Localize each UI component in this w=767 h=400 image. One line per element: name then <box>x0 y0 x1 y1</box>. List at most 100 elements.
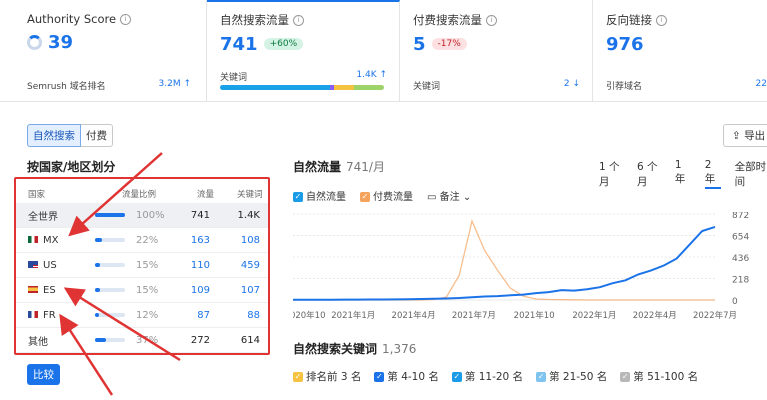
share-bar <box>95 288 125 292</box>
backlinks-card[interactable]: 反向链接 i 976 引荐域名 22 <box>593 0 767 102</box>
traffic-value[interactable]: 110 <box>191 260 210 271</box>
organic-keywords-title-text: 自然搜索关键词 <box>293 342 378 356</box>
range-option[interactable]: 1 个月 <box>599 159 623 189</box>
legend-organic[interactable]: ✓ 自然流量 <box>293 188 346 203</box>
compare-button[interactable]: 比较 <box>27 364 60 385</box>
chevron-down-icon: ⌄ <box>459 192 472 203</box>
keyword-legend-item[interactable]: ✓ 排名前 3 名 <box>293 369 361 384</box>
traffic-value[interactable]: 272 <box>191 335 210 346</box>
country-table: 国家 流量比例 流量 关键词 全世界 100% 741 1.4K MX 22% 163 108… <box>14 177 270 355</box>
metrics-row: Authority Score i 39 Semrush 域名排名 3.2M ↑ 自… <box>0 0 767 102</box>
legend-organic-label: 自然流量 <box>306 192 346 203</box>
organic-traffic-value[interactable]: 741 <box>220 34 258 55</box>
share-percent: 100% <box>136 209 165 221</box>
referring-domains-value[interactable]: 22 <box>756 79 767 92</box>
keyword-legend-item[interactable]: ✓ 第 4-10 名 <box>374 369 439 384</box>
country-name[interactable]: US <box>28 260 57 271</box>
keywords-value[interactable]: 2 ↓ <box>564 79 580 92</box>
traffic-chart-title-text: 自然流量 <box>293 160 342 174</box>
keywords-value[interactable]: 107 <box>241 285 260 296</box>
keyword-legend-item[interactable]: ✓ 第 51-100 名 <box>620 369 698 384</box>
table-row[interactable]: 其他 37% 272 614 <box>16 328 268 353</box>
paid-toggle-button[interactable]: 付费 <box>81 124 113 147</box>
range-option[interactable]: 全部时间 <box>735 159 767 189</box>
header-keywords[interactable]: 关键词 <box>237 188 263 200</box>
organic-toggle-button[interactable]: 自然搜索 <box>27 124 81 147</box>
keywords-value[interactable]: 108 <box>241 235 260 246</box>
authority-score-card[interactable]: Authority Score i 39 Semrush 域名排名 3.2M ↑ <box>0 0 207 102</box>
keywords-value[interactable]: 614 <box>241 335 260 346</box>
range-option[interactable]: 6 个月 <box>637 159 661 189</box>
share-bar <box>95 338 125 342</box>
y-tick-label: 218 <box>732 276 749 286</box>
spain-flag-icon <box>28 286 38 293</box>
share-bar <box>95 238 125 242</box>
country-label: ES <box>43 284 56 296</box>
country-label: MX <box>43 234 59 246</box>
organic-traffic-card[interactable]: 自然搜索流量 i 741 +60% 关键词 1.4K ↑ <box>207 0 400 102</box>
traffic-value[interactable]: 87 <box>197 310 210 321</box>
time-range-selector: 1 个月 6 个月 1 年 2 年全部时间 <box>599 159 767 189</box>
legend-paid-label: 付费流量 <box>373 192 413 203</box>
share-percent: 12% <box>136 309 159 321</box>
share-bar-fill <box>95 213 125 217</box>
traffic-value[interactable]: 741 <box>191 210 210 221</box>
keywords-label: 关键词 <box>220 73 248 83</box>
series-line <box>293 219 715 301</box>
country-section-title: 按国家/地区划分 <box>27 160 116 174</box>
domain-rank-value[interactable]: 3.2M ↑ <box>159 79 191 92</box>
traffic-value[interactable]: 109 <box>191 285 210 296</box>
info-icon[interactable]: i <box>120 13 132 25</box>
x-tick-label: 2021年7月 <box>452 310 496 321</box>
info-icon[interactable]: i <box>656 14 667 26</box>
table-row[interactable]: US 15% 110 459 <box>16 253 268 278</box>
keyword-legend-label: 第 4-10 名 <box>387 371 439 383</box>
table-row[interactable]: ES 15% 109 107 <box>16 278 268 303</box>
header-country[interactable]: 国家 <box>28 188 45 200</box>
us-flag-icon <box>28 261 38 268</box>
info-icon[interactable]: i <box>486 14 497 26</box>
country-name[interactable]: 全世界 <box>28 208 58 223</box>
keyword-legend-item[interactable]: ✓ 第 21-50 名 <box>536 369 607 384</box>
keyword-legend-label: 第 21-50 名 <box>549 371 608 383</box>
info-icon[interactable]: i <box>293 14 304 26</box>
country-name[interactable]: ES <box>28 285 56 296</box>
header-traffic[interactable]: 流量 <box>197 188 214 200</box>
checkbox-icon: ✓ <box>374 372 385 382</box>
mexico-flag-icon <box>28 236 38 243</box>
keyword-legend-label: 第 11-20 名 <box>464 371 524 383</box>
country-name[interactable]: FR <box>28 310 56 321</box>
share-bar-fill <box>95 288 100 292</box>
keywords-value[interactable]: 1.4K ↑ <box>356 70 387 83</box>
paid-traffic-value[interactable]: 5 <box>413 34 426 55</box>
traffic-value[interactable]: 163 <box>191 235 210 246</box>
export-button[interactable]: ⇪ 导出 <box>723 124 767 147</box>
range-option[interactable]: 1 年 <box>675 159 691 189</box>
table-row[interactable]: FR 12% 87 88 <box>16 303 268 328</box>
referring-domains-label: 引荐域名 <box>606 82 643 92</box>
country-label: 其他 <box>28 336 48 348</box>
organic-keywords-count: 1,376 <box>382 342 417 356</box>
keywords-value[interactable]: 459 <box>241 260 260 271</box>
legend-paid[interactable]: ✓ 付费流量 <box>360 188 413 203</box>
table-row[interactable]: 全世界 100% 741 1.4K <box>16 203 268 228</box>
table-row[interactable]: MX 22% 163 108 <box>16 228 268 253</box>
score-ring-icon <box>27 34 42 50</box>
backlinks-value[interactable]: 976 <box>606 34 644 55</box>
country-name[interactable]: MX <box>28 235 58 246</box>
keywords-value[interactable]: 1.4K <box>238 210 260 221</box>
country-name[interactable]: 其他 <box>28 333 48 348</box>
paid-traffic-card[interactable]: 付费搜索流量 i 5 -17% 关键词 2 ↓ <box>400 0 593 102</box>
range-option[interactable]: 2 年 <box>704 159 721 189</box>
domain-rank-label: Semrush 域名排名 <box>27 82 106 92</box>
x-tick-label: 2021年10 <box>514 310 555 321</box>
share-bar <box>95 213 125 217</box>
keyword-legend-item[interactable]: ✓ 第 11-20 名 <box>451 369 524 384</box>
series-line <box>293 225 716 301</box>
notes-dropdown[interactable]: ▭ 备注 ⌄ <box>427 188 471 203</box>
header-share[interactable]: 流量比例 <box>122 188 156 200</box>
change-badge: -17% <box>431 38 467 50</box>
share-bar <box>95 263 125 267</box>
keywords-value[interactable]: 88 <box>247 310 260 321</box>
comment-icon: ▭ <box>427 192 440 203</box>
